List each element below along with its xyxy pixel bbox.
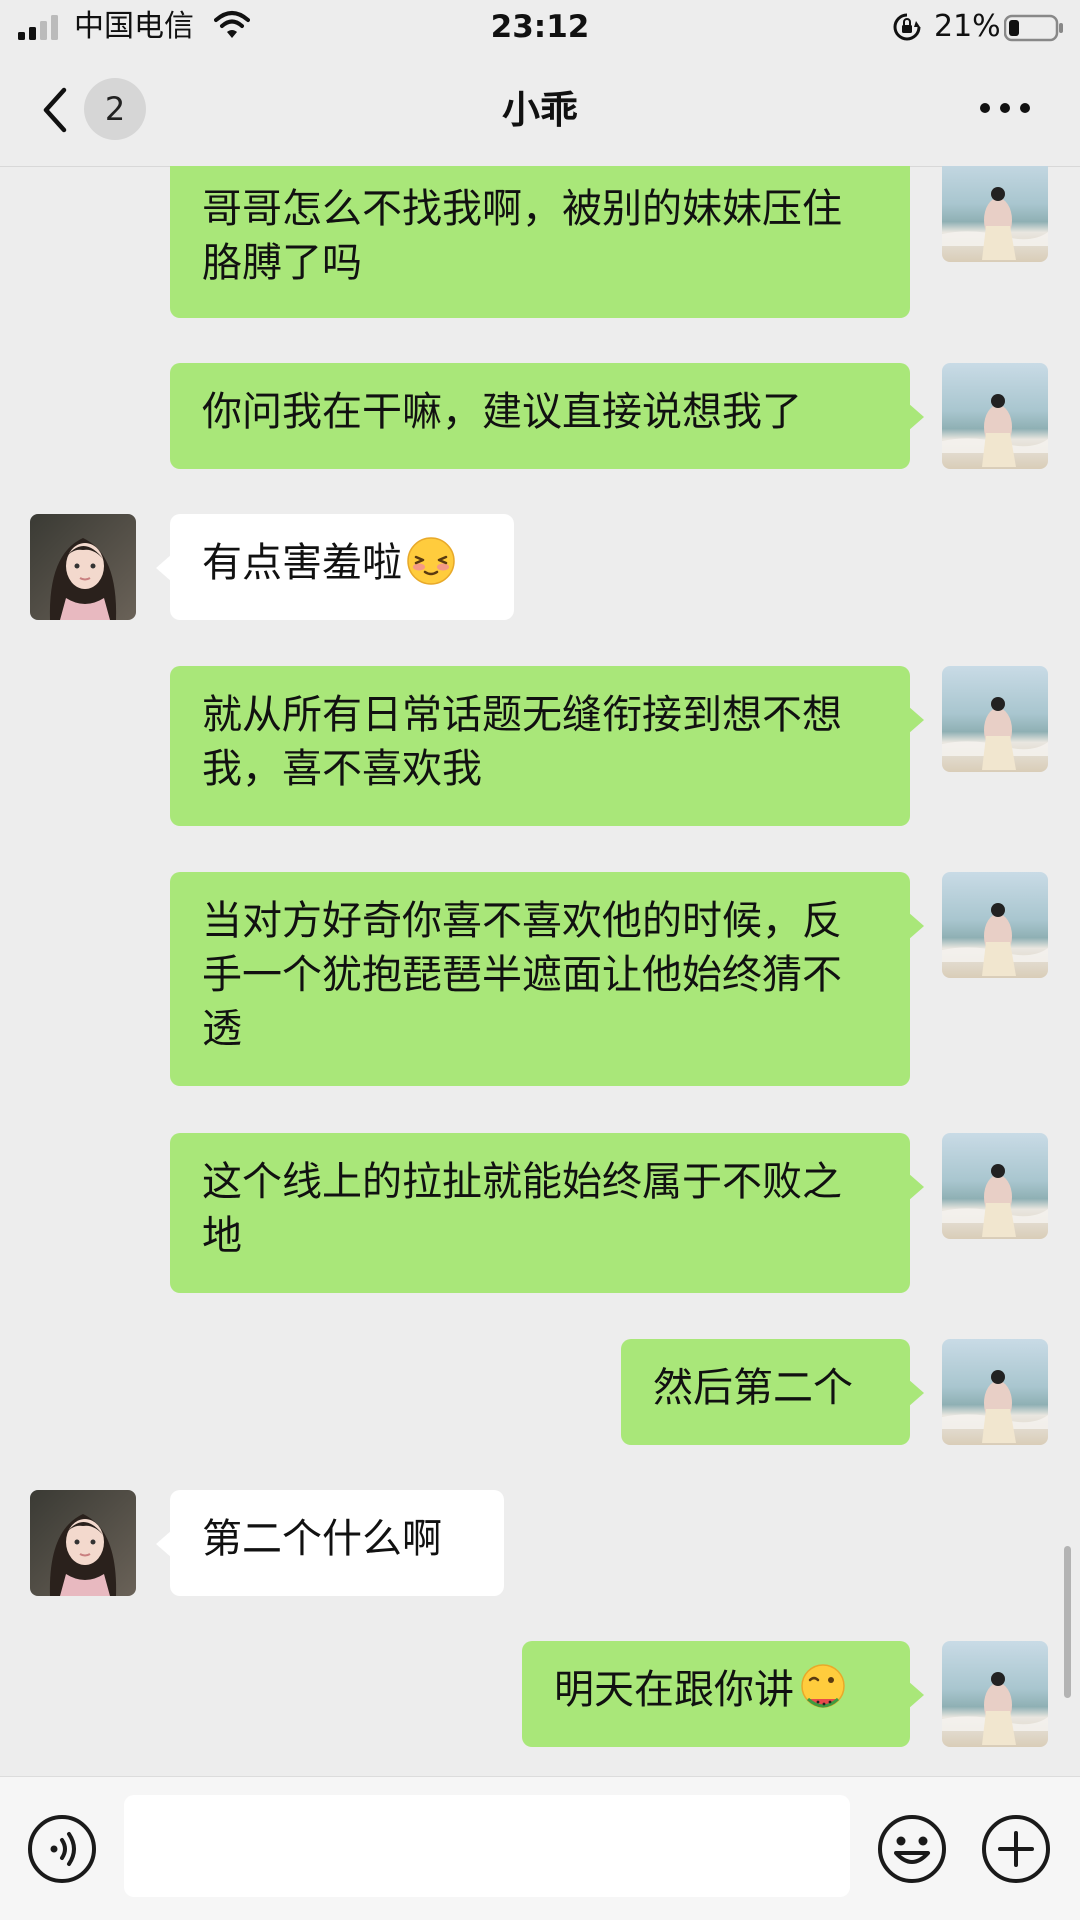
bubble-tail — [156, 1530, 172, 1558]
my-avatar[interactable] — [942, 666, 1048, 772]
status-bar: 中国电信 23:12 21% — [0, 0, 1080, 54]
contact-avatar[interactable] — [30, 1490, 136, 1596]
emoji-icon[interactable] — [876, 1813, 948, 1885]
message-bubble-sent[interactable]: 明天在跟你讲 — [522, 1641, 924, 1747]
message-row: 然后第二个 — [0, 1339, 1080, 1445]
voice-icon[interactable] — [26, 1813, 98, 1885]
message-text: 然后第二个 — [653, 1365, 853, 1411]
message-bubble-sent[interactable]: 这个线上的拉扯就能始终属于不败之地 — [170, 1133, 924, 1293]
message-row: 这个线上的拉扯就能始终属于不败之地 — [0, 1133, 1080, 1293]
plus-icon[interactable] — [980, 1813, 1052, 1885]
message-text: 哥哥怎么不找我啊，被别的妹妹压住胳膊了吗 — [202, 186, 842, 286]
chat-scrollbar[interactable] — [1064, 1546, 1071, 1698]
message-row: 就从所有日常话题无缝衔接到想不想我，喜不喜欢我 — [0, 666, 1080, 826]
my-avatar[interactable] — [942, 166, 1048, 262]
bubble-tail — [908, 1681, 924, 1709]
my-avatar[interactable] — [942, 1339, 1048, 1445]
bubble-tail — [908, 1173, 924, 1201]
message-text: 你问我在干嘛，建议直接说想我了 — [202, 389, 802, 435]
message-bubble-received[interactable]: 第二个什么啊 — [156, 1490, 504, 1596]
chat-header: 2 小乖 — [0, 54, 1080, 167]
message-input[interactable] — [124, 1795, 850, 1897]
message-text: 这个线上的拉扯就能始终属于不败之地 — [202, 1159, 842, 1259]
message-bubble-sent[interactable]: 然后第二个 — [621, 1339, 924, 1445]
rotation-lock-icon — [893, 13, 921, 41]
message-bubble-received[interactable]: 有点害羞啦 — [156, 514, 514, 620]
my-avatar[interactable] — [942, 872, 1048, 978]
shy-face-emoji — [407, 537, 455, 585]
message-text: 当对方好奇你喜不喜欢他的时候，反手一个犹抱琵琶半遮面让他始终猜不透 — [202, 898, 842, 1052]
eating-watermelon-face-emoji — [801, 1664, 845, 1708]
bubble-tail — [908, 706, 924, 734]
my-avatar[interactable] — [942, 1133, 1048, 1239]
message-bubble-sent[interactable]: 哥哥怎么不找我啊，被别的妹妹压住胳膊了吗 — [170, 166, 910, 318]
message-text: 第二个什么啊 — [202, 1516, 442, 1562]
message-row: 第二个什么啊 — [0, 1490, 1080, 1596]
message-row: 哥哥怎么不找我啊，被别的妹妹压住胳膊了吗 — [0, 166, 1080, 318]
my-avatar[interactable] — [942, 363, 1048, 469]
input-bar — [0, 1776, 1080, 1920]
battery-percent: 21% — [934, 9, 1001, 44]
bubble-tail — [908, 912, 924, 940]
more-icon[interactable] — [978, 100, 1032, 116]
message-bubble-sent[interactable]: 你问我在干嘛，建议直接说想我了 — [170, 363, 924, 469]
message-text: 明天在跟你讲 — [554, 1667, 794, 1713]
message-row: 有点害羞啦 — [0, 514, 1080, 620]
bubble-tail — [908, 403, 924, 431]
message-text: 有点害羞啦 — [202, 540, 402, 586]
message-bubble-sent[interactable]: 当对方好奇你喜不喜欢他的时候，反手一个犹抱琵琶半遮面让他始终猜不透 — [170, 872, 924, 1086]
my-avatar[interactable] — [942, 1641, 1048, 1747]
message-row: 你问我在干嘛，建议直接说想我了 — [0, 363, 1080, 469]
battery-icon — [1004, 14, 1063, 42]
contact-avatar[interactable] — [30, 514, 136, 620]
message-row: 明天在跟你讲 — [0, 1641, 1080, 1747]
chat-screen: 中国电信 23:12 21% 2 小乖 哥哥怎么不找我啊，被别的妹妹压住胳膊了吗… — [0, 0, 1080, 1920]
bubble-tail — [156, 554, 172, 582]
bubble-tail — [908, 1379, 924, 1407]
message-row: 当对方好奇你喜不喜欢他的时候，反手一个犹抱琵琶半遮面让他始终猜不透 — [0, 872, 1080, 1086]
message-bubble-sent[interactable]: 就从所有日常话题无缝衔接到想不想我，喜不喜欢我 — [170, 666, 924, 826]
message-text: 就从所有日常话题无缝衔接到想不想我，喜不喜欢我 — [202, 692, 842, 792]
chat-title: 小乖 — [501, 88, 578, 132]
